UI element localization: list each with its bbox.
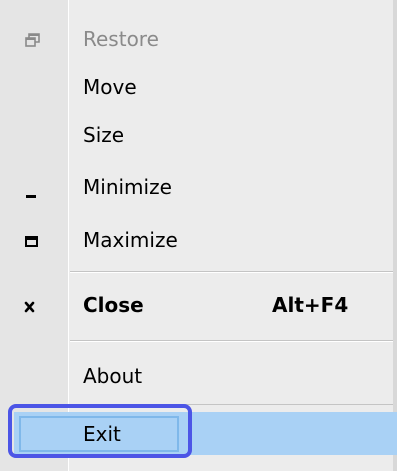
menu-item-label: Exit xyxy=(83,422,121,446)
menu-item-move[interactable]: Move xyxy=(0,62,393,113)
menu-edge xyxy=(393,0,397,471)
menu-item-label: Minimize xyxy=(83,175,172,199)
menu-separator-highlight xyxy=(70,272,393,273)
menu-item-size[interactable]: Size xyxy=(0,110,393,161)
menu-item-about[interactable]: About xyxy=(0,351,393,402)
maximize-icon xyxy=(20,215,50,266)
system-menu: Restore Move Size Minimize Maximize Clos… xyxy=(0,0,397,471)
menu-item-label: Maximize xyxy=(83,228,178,252)
minimize-icon xyxy=(20,162,50,213)
menu-item-minimize[interactable]: Minimize xyxy=(0,162,393,213)
menu-item-label: Move xyxy=(83,75,137,99)
menu-item-shortcut: Alt+F4 xyxy=(272,293,349,317)
menu-item-label: Restore xyxy=(83,27,159,51)
menu-item-maximize[interactable]: Maximize xyxy=(0,215,393,266)
menu-item-label: Size xyxy=(83,123,125,147)
menu-item-label: About xyxy=(83,364,143,388)
menu-item-close[interactable]: Close Alt+F4 xyxy=(0,280,393,331)
menu-item-restore[interactable]: Restore xyxy=(0,14,393,65)
close-icon xyxy=(20,280,50,331)
menu-separator-highlight xyxy=(70,341,393,342)
restore-icon xyxy=(20,14,50,65)
menu-item-label: Close xyxy=(83,293,144,317)
